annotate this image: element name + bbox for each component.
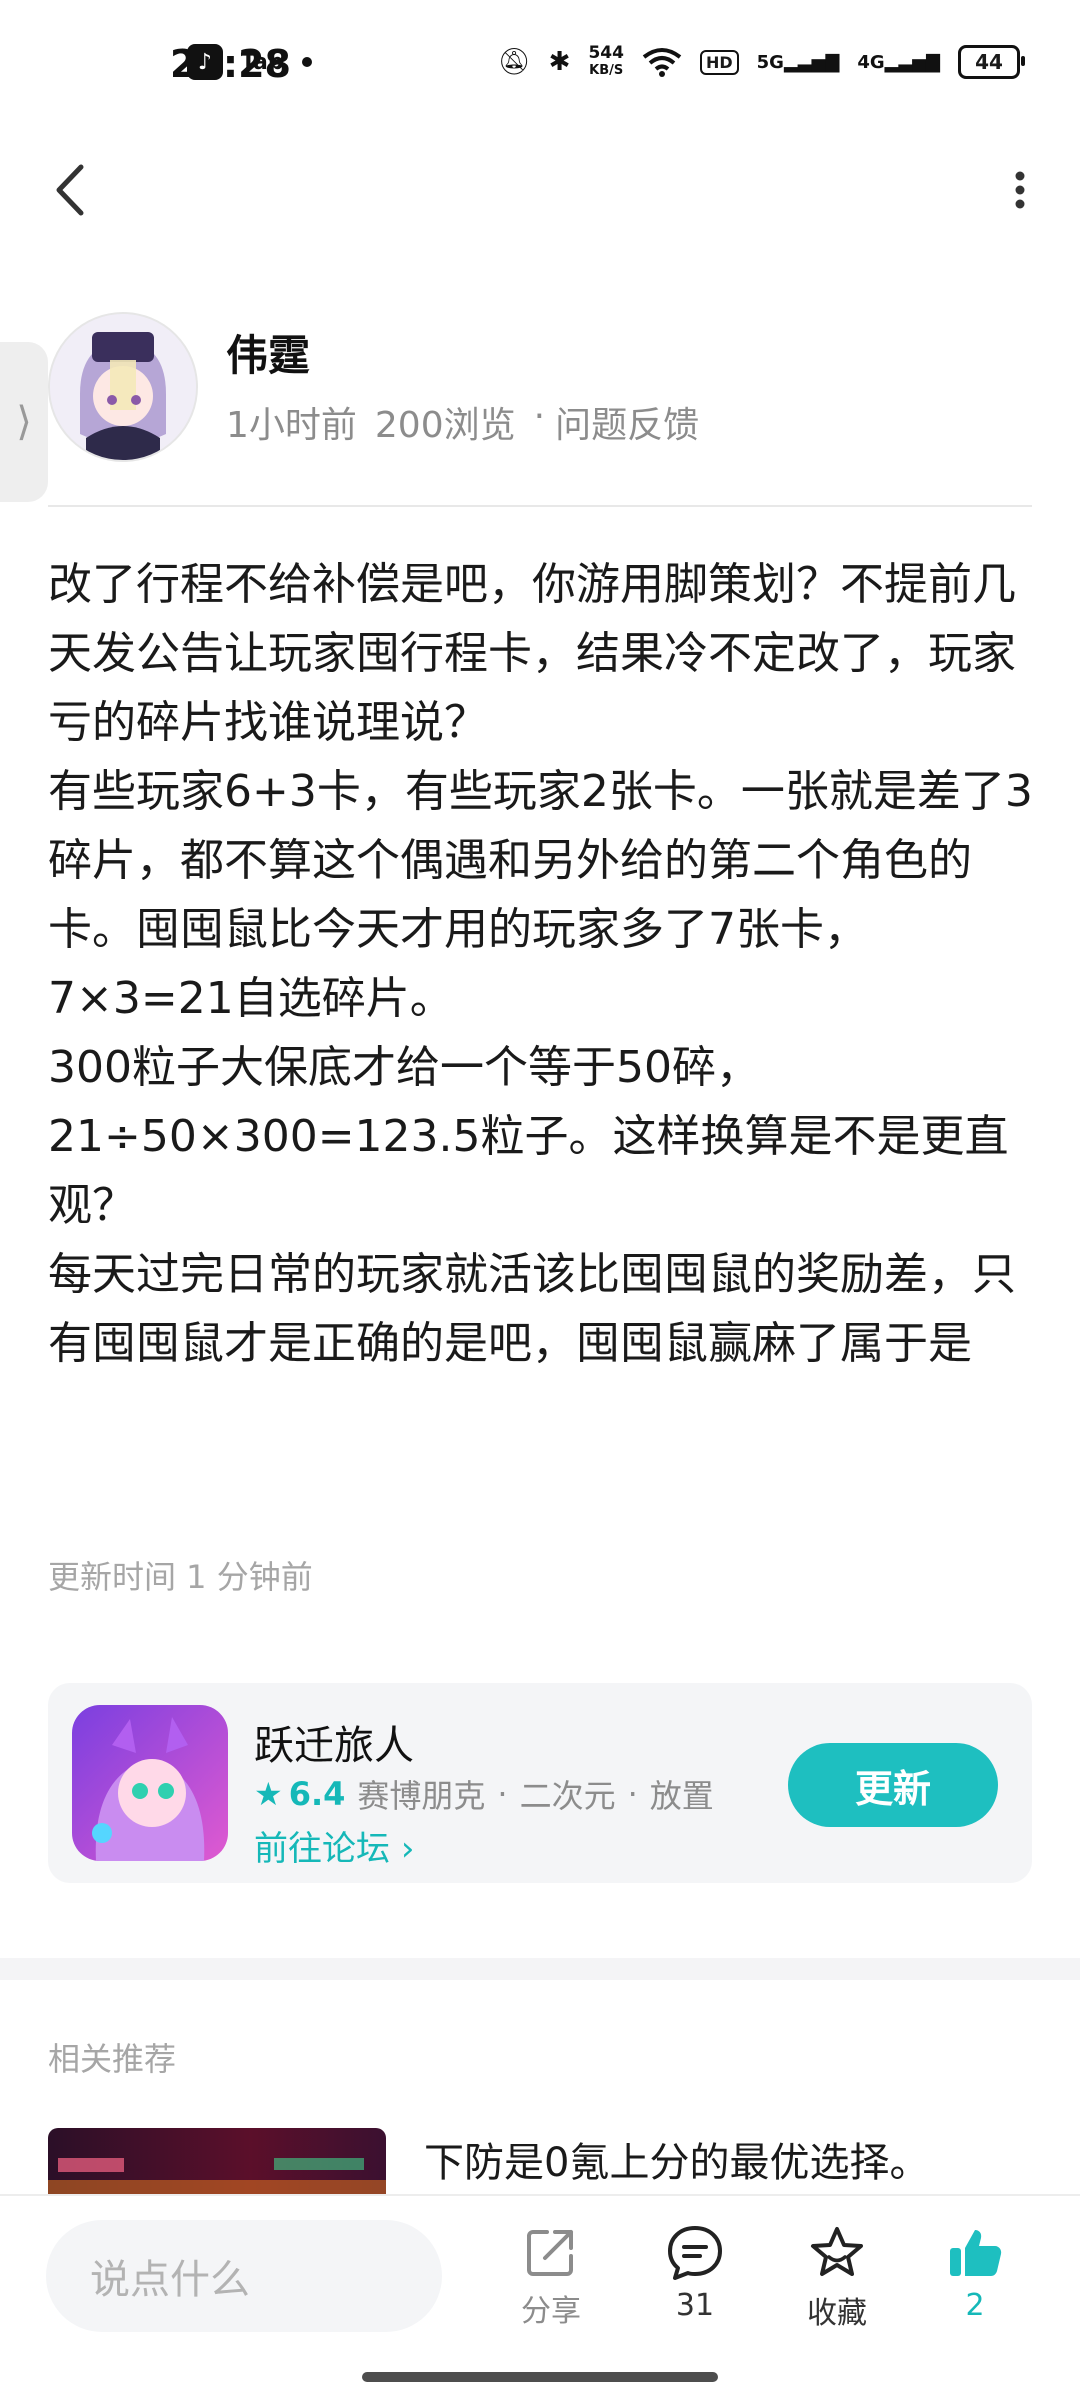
more-vertical-icon (1015, 171, 1025, 209)
avatar-image (50, 314, 196, 460)
game-tag: 放置 (649, 1777, 714, 1815)
share-button[interactable]: 分享 (496, 2224, 606, 2330)
post-paragraph: 每天过完日常的玩家就活该比囤囤鼠的奖励差，只有囤囤鼠才是正确的是吧，囤囤鼠赢麻了… (48, 1249, 1016, 1369)
status-bar: 21:28 ♪ Tap 🔕︎ ✱ 544 KB/S HD 5G▂▃▅▇ 4G▂▃… (0, 0, 1080, 130)
wifi-icon (642, 48, 682, 77)
net-speed: 544 KB/S (588, 43, 624, 79)
share-icon (527, 2230, 573, 2276)
notification-dot-icon (301, 57, 312, 67)
status-icons: ♪ Tap 🔕︎ ✱ 544 KB/S HD 5G▂▃▅▇ 4G▂▃▅▇ 44 (186, 43, 1025, 80)
hd-icon: HD (699, 49, 739, 75)
comment-count: 31 (675, 2288, 715, 2323)
section-gap (0, 1958, 1080, 1980)
post-meta: 1小时前 200浏览 · 问题反馈 (226, 396, 699, 448)
game-tag: 二次元 (519, 1777, 616, 1815)
post-category[interactable]: 问题反馈 (555, 396, 699, 448)
post-paragraph: 改了行程不给补偿是吧，你游用脚策划？不提前几天发公告让玩家囤行程卡，结果冷不定改… (48, 559, 1016, 748)
battery-icon: 44 (958, 45, 1025, 79)
top-nav (0, 150, 1080, 230)
share-label: 分享 (521, 2294, 581, 2329)
comment-icon (668, 2226, 722, 2280)
star-icon: ★ (254, 1775, 283, 1813)
game-icon-image (72, 1705, 228, 1861)
thumbs-up-icon (950, 2230, 1002, 2276)
signal-5g-icon: 5G▂▃▅▇ (756, 51, 840, 73)
post-paragraph: 300粒子大保底才给一个等于50碎，21÷50×300=123.5粒子。这样换算… (48, 1042, 1009, 1231)
comment-input[interactable]: 说点什么 (46, 2220, 442, 2332)
related-section-title: 相关推荐 (48, 2040, 177, 2078)
favorite-button[interactable]: 收藏 (782, 2224, 892, 2332)
bluetooth-icon: ✱ (548, 47, 571, 77)
chevron-left-icon (56, 164, 84, 216)
game-title[interactable]: 跃迁旅人 (254, 1713, 414, 1771)
divider (48, 505, 1032, 507)
related-item-thumbnail[interactable] (48, 2128, 386, 2198)
post-body: 改了行程不给补偿是吧，你游用脚策划？不提前几天发公告让玩家囤行程卡，结果冷不定改… (48, 550, 1038, 1378)
post-views: 200浏览 (374, 405, 516, 446)
home-indicator[interactable] (362, 2372, 718, 2382)
related-item-title[interactable]: 下防是0氪上分的最优选择。 (424, 2130, 929, 2188)
game-card[interactable]: 跃迁旅人 ★ 6.4 赛博朋克 · 二次元 · 放置 前往论坛 › 更新 (48, 1683, 1032, 1883)
bottom-action-bar: 说点什么 分享 31 收藏 2 (0, 2194, 1080, 2402)
update-time: 更新时间 1 分钟前 (48, 1558, 313, 1596)
game-icon (72, 1705, 228, 1861)
tiktok-icon: ♪ (186, 44, 223, 80)
like-button[interactable]: 2 (920, 2224, 1030, 2323)
back-button[interactable] (40, 160, 100, 220)
chevron-right-icon: ⟩ (16, 399, 32, 445)
post-paragraph: 有些玩家6+3卡，有些玩家2张卡。一张就是差了3碎片，都不算这个偶遇和另外给的第… (48, 766, 1033, 1024)
more-options-button[interactable] (990, 160, 1050, 220)
favorite-label: 收藏 (807, 2296, 867, 2331)
signal-4g-icon: 4G▂▃▅▇ (857, 51, 940, 73)
side-drawer-handle[interactable]: ⟩ (0, 342, 48, 502)
forum-link[interactable]: 前往论坛 › (254, 1821, 414, 1870)
tag-separator: · (627, 1775, 638, 1813)
comment-button[interactable]: 31 (640, 2224, 750, 2323)
tag-separator: · (497, 1775, 508, 1813)
update-button[interactable]: 更新 (788, 1743, 998, 1827)
game-meta: ★ 6.4 赛博朋克 · 二次元 · 放置 (254, 1771, 714, 1817)
author-name[interactable]: 伟霆 (226, 322, 310, 383)
meta-separator: · (533, 396, 546, 437)
chevron-right-icon: › (400, 1829, 415, 1869)
tap-app-label: Tap (240, 49, 284, 75)
avatar[interactable] (48, 312, 198, 462)
game-rating: ★ 6.4 (254, 1775, 346, 1813)
star-outline-icon (811, 2227, 863, 2276)
like-count: 2 (965, 2288, 985, 2323)
game-tag: 赛博朋克 (357, 1777, 486, 1815)
related-thumbnail-image (48, 2158, 386, 2198)
post-time: 1小时前 (226, 405, 357, 446)
mute-icon: 🔕︎ (497, 47, 531, 77)
